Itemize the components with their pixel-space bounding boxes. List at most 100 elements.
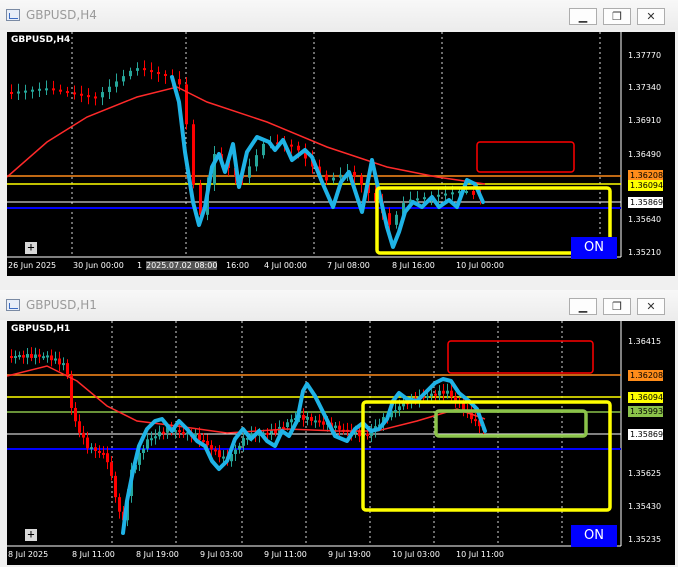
time-label: 10 Jul 00:00 <box>456 261 504 270</box>
candle-body <box>150 70 153 73</box>
time-label: 26 Jun 2025 <box>8 261 57 270</box>
candle-body <box>94 96 97 99</box>
candle-body <box>80 93 83 96</box>
time-label: 9 Jul 19:00 <box>328 550 371 559</box>
candle-body <box>10 356 13 358</box>
price-tag-current: 1.35869 <box>628 197 664 208</box>
price-tag-green: 1.35993 <box>628 406 664 417</box>
close-button[interactable]: ✕ <box>637 298 665 315</box>
minimize-button[interactable]: ▁ <box>569 298 597 315</box>
candle-body <box>115 81 118 87</box>
on-button[interactable]: ON <box>571 237 617 259</box>
price-label: 1.37770 <box>628 51 662 60</box>
price-chart-h1[interactable]: GBPUSD,H1 + ON 1.36415 1.36208 1.36094 1… <box>7 321 675 565</box>
candle-body <box>210 445 213 450</box>
candle-body <box>73 92 76 95</box>
candle-body <box>58 358 61 365</box>
candle-body <box>182 432 185 435</box>
candle-body <box>94 447 97 451</box>
close-button[interactable]: ✕ <box>637 8 665 25</box>
candle-body <box>318 420 321 423</box>
candle-body <box>45 88 48 91</box>
candle-body <box>262 143 265 156</box>
candle-body <box>52 88 55 91</box>
candle-body <box>398 406 401 411</box>
candle-body <box>108 86 111 93</box>
minimize-button[interactable]: ▁ <box>569 8 597 25</box>
time-label: 10 Jul 03:00 <box>392 550 440 559</box>
price-label: 1.35430 <box>628 502 662 511</box>
candle-body <box>248 166 251 178</box>
candle-body <box>118 497 121 512</box>
candle-body <box>154 436 157 439</box>
candle-body <box>297 145 300 151</box>
candle-body <box>465 191 468 194</box>
candle-body <box>158 431 161 437</box>
chart-window-icon <box>6 299 20 311</box>
candle-body <box>17 91 20 94</box>
price-tag-yellow: 1.36094 <box>628 180 664 191</box>
candle-body <box>395 214 398 225</box>
candle-body <box>325 174 328 181</box>
candle-body <box>430 393 433 396</box>
candle-body <box>122 76 125 82</box>
candle-body <box>62 363 65 366</box>
price-chart-h4[interactable]: GBPUSD,H4 + ON 1.37770 1.37340 1.36910 1… <box>7 32 675 276</box>
candle-body <box>472 191 475 195</box>
plus-icon[interactable]: + <box>25 528 37 541</box>
candle-body <box>102 452 105 455</box>
time-label: 4 Jul 00:00 <box>264 261 307 270</box>
time-label: 9 Jul 11:00 <box>264 550 307 559</box>
title-bar-h4[interactable]: GBPUSD,H4 ▁ ❐ ✕ <box>0 0 678 30</box>
maximize-button[interactable]: ❐ <box>603 298 631 315</box>
time-label: 8 Jul 16:00 <box>392 261 435 270</box>
highlight-box-yellow <box>361 400 612 512</box>
candle-body <box>150 438 153 441</box>
time-label: 8 Jul 2025 <box>8 550 49 559</box>
candle-body <box>10 92 13 94</box>
target-box-red <box>476 141 575 173</box>
candle-body <box>192 124 195 185</box>
price-label: 1.35235 <box>628 535 662 544</box>
candle-body <box>416 198 419 201</box>
candle-body <box>358 431 361 437</box>
highlight-box-green <box>434 409 588 438</box>
candle-body <box>332 177 335 181</box>
candle-body <box>24 90 27 93</box>
candle-body <box>266 432 269 435</box>
candle-body <box>388 213 391 225</box>
title-bar-h1[interactable]: GBPUSD,H1 ▁ ❐ ✕ <box>0 290 678 320</box>
candle-body <box>22 355 25 358</box>
candle-body <box>178 430 181 433</box>
time-label: 10 Jul 11:00 <box>456 550 504 559</box>
time-label: 9 Jul 03:00 <box>200 550 243 559</box>
price-label: 1.36490 <box>628 150 662 159</box>
candle-body <box>78 421 81 433</box>
candle-body <box>90 447 93 450</box>
candle-body <box>31 89 34 92</box>
candle-body <box>450 390 453 397</box>
candle-body <box>38 354 41 357</box>
on-button[interactable]: ON <box>571 525 617 547</box>
candle-body <box>114 475 117 498</box>
window-title: GBPUSD,H4 <box>26 8 97 22</box>
maximize-button[interactable]: ❐ <box>603 8 631 25</box>
candle-body <box>142 448 145 454</box>
candle-body <box>26 354 29 358</box>
candle-body <box>164 73 167 76</box>
candle-body <box>426 395 429 398</box>
candle-body <box>338 425 341 430</box>
candle-body <box>101 92 104 98</box>
candle-body <box>353 171 356 177</box>
candle-body <box>82 432 85 438</box>
candle-body <box>334 425 337 428</box>
candle-body <box>446 390 449 394</box>
candle-body <box>18 355 21 358</box>
candle-body <box>434 393 437 396</box>
candle-body <box>30 354 33 358</box>
candle-body <box>214 449 217 452</box>
plus-icon[interactable]: + <box>25 241 37 254</box>
candle-body <box>290 419 293 423</box>
price-label: 1.35625 <box>628 469 662 478</box>
candle-body <box>74 407 77 422</box>
